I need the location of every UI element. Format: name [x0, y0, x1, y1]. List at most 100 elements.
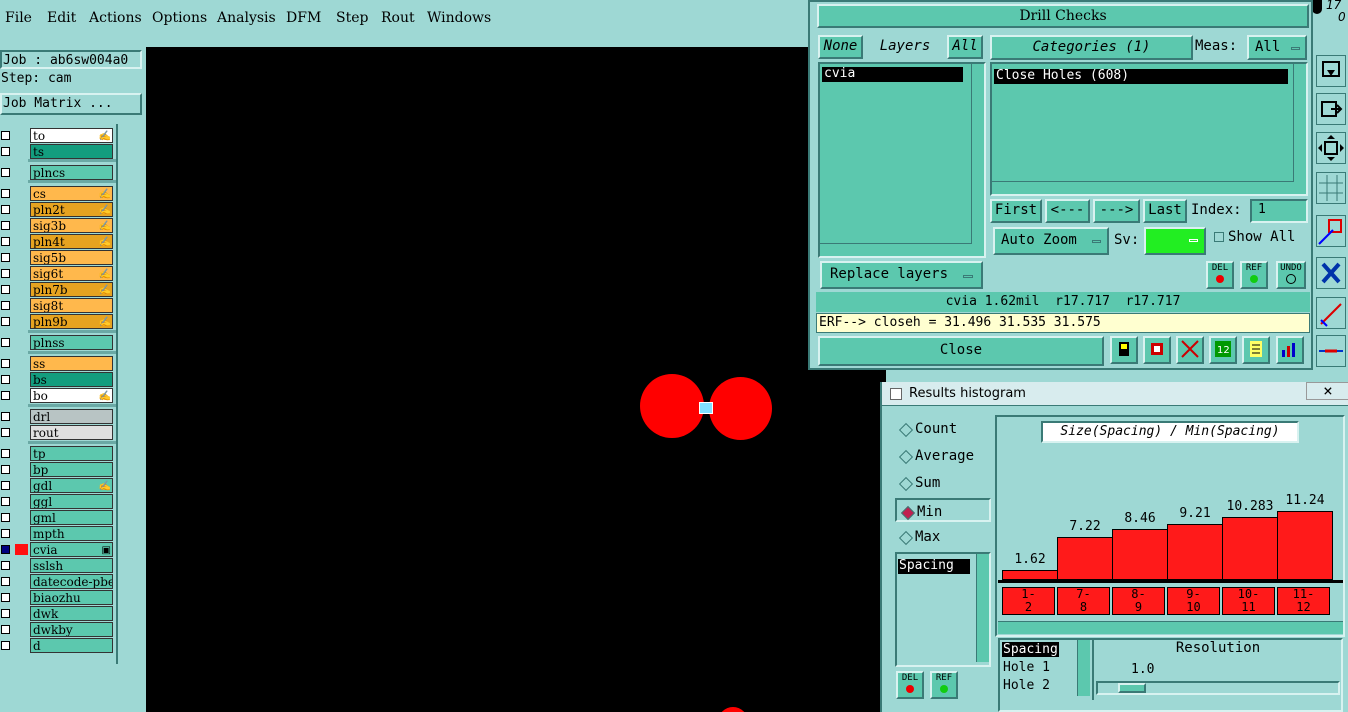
sv-color-select[interactable]	[1144, 227, 1206, 255]
layer-row-mpth[interactable]: mpth	[0, 526, 118, 542]
layer-name[interactable]: sig6t ✍	[30, 266, 113, 281]
layer-checkbox[interactable]	[1, 428, 10, 437]
layer-checkbox[interactable]	[1, 189, 10, 198]
layer-checkbox[interactable]	[1, 609, 10, 618]
histogram-icon[interactable]	[1276, 336, 1304, 364]
layer-name[interactable]: sig3b ✍	[30, 218, 113, 233]
ref-button[interactable]: REF	[1240, 261, 1268, 289]
layer-name[interactable]: tp	[30, 446, 113, 461]
horizontal-line-icon[interactable]	[1316, 335, 1346, 367]
line-icon[interactable]	[1316, 297, 1346, 329]
layer-row-ggl[interactable]: ggl	[0, 494, 118, 510]
layer-row-cvia[interactable]: cvia ▣	[0, 542, 118, 558]
layer-name[interactable]: d	[30, 638, 113, 653]
layer-name[interactable]: sslsh	[30, 558, 113, 573]
layer-row-dwk[interactable]: dwk	[0, 606, 118, 622]
menu-windows[interactable]: Windows	[427, 10, 491, 26]
layer-row-sig3b[interactable]: sig3b ✍	[0, 218, 118, 234]
layer-row-gml[interactable]: gml	[0, 510, 118, 526]
mode-sum-radio[interactable]: Sum	[895, 471, 991, 495]
layer-checkbox[interactable]	[1, 338, 10, 347]
category-list-box[interactable]: Close Holes (608)	[990, 62, 1308, 196]
layer-name[interactable]: sig8t	[30, 298, 113, 313]
layer-name[interactable]: mpth	[30, 526, 113, 541]
layer-checkbox[interactable]	[1, 481, 10, 490]
pan-icon[interactable]	[1316, 132, 1346, 164]
chart-hscrollbar[interactable]	[998, 621, 1343, 634]
legend-scrollbar[interactable]	[1077, 640, 1090, 696]
menu-rout[interactable]: Rout	[381, 10, 415, 26]
layer-name[interactable]: dwk	[30, 606, 113, 621]
layer-checkbox[interactable]	[1, 168, 10, 177]
value-list-item[interactable]: Spacing	[898, 559, 970, 574]
histogram-del-button[interactable]: DEL	[896, 671, 924, 699]
layer-row-plncs[interactable]: plncs	[0, 165, 118, 181]
del-button[interactable]: DEL	[1206, 261, 1234, 289]
layer-row-sslsh[interactable]: sslsh	[0, 558, 118, 574]
layer-name[interactable]: dwkby	[30, 622, 113, 637]
layer-name[interactable]: gml	[30, 510, 113, 525]
layer-row-bo[interactable]: bo ✍	[0, 388, 118, 404]
select-all-button[interactable]: All	[947, 35, 983, 59]
layer-checkbox[interactable]	[1, 375, 10, 384]
value-list-scrollbar[interactable]	[976, 554, 989, 662]
layer-checkbox[interactable]	[1, 449, 10, 458]
show-all-checkbox[interactable]	[1214, 232, 1224, 242]
layer-checkbox[interactable]	[1, 593, 10, 602]
layer-name[interactable]: ss	[30, 356, 113, 371]
layer-checkbox[interactable]	[1, 641, 10, 650]
layer-row-datecode-pbe[interactable]: datecode-pbe	[0, 574, 118, 590]
report-icon[interactable]	[1143, 336, 1171, 364]
resolution-slider-handle[interactable]	[1118, 683, 1146, 693]
last-button[interactable]: Last	[1143, 199, 1187, 223]
layer-name[interactable]: plnss	[30, 335, 113, 350]
layer-row-pln9b[interactable]: pln9b ✍	[0, 314, 118, 330]
next-button[interactable]: --->	[1093, 199, 1140, 223]
layer-row-bs[interactable]: bs	[0, 372, 118, 388]
menu-edit[interactable]: Edit	[47, 10, 76, 26]
layer-row-rout[interactable]: rout	[0, 425, 118, 441]
layer-row-sig5b[interactable]: sig5b	[0, 250, 118, 266]
previous-button[interactable]: <---	[1045, 199, 1090, 223]
layer-name[interactable]: drl	[30, 409, 113, 424]
layer-row-d[interactable]: d	[0, 638, 118, 654]
layer-checkbox[interactable]	[1, 391, 10, 400]
window-close-button[interactable]: ×	[1306, 382, 1348, 400]
mode-average-radio[interactable]: Average	[895, 444, 991, 468]
layer-list-hscrollbar[interactable]	[820, 243, 972, 256]
mode-min-radio[interactable]: Min	[895, 498, 991, 522]
layer-name[interactable]: bo ✍	[30, 388, 113, 403]
layer-name[interactable]: pln2t ✍	[30, 202, 113, 217]
notes-icon[interactable]	[1242, 336, 1270, 364]
menu-options[interactable]: Options	[152, 10, 207, 26]
layer-name[interactable]: ts	[30, 144, 113, 159]
layer-name[interactable]: bp	[30, 462, 113, 477]
export-icon[interactable]	[1316, 93, 1346, 125]
layer-checkbox[interactable]	[1, 359, 10, 368]
layer-name[interactable]: bs	[30, 372, 113, 387]
layer-checkbox[interactable]	[1, 147, 10, 156]
layer-row-gdl[interactable]: gdl ✍	[0, 478, 118, 494]
layer-row-ts[interactable]: ts	[0, 144, 118, 160]
layer-list-scrollbar[interactable]	[971, 64, 984, 244]
layer-name[interactable]: biaozhu	[30, 590, 113, 605]
replace-layers-button[interactable]: Replace layers	[820, 261, 983, 289]
layer-name[interactable]: pln4t ✍	[30, 234, 113, 249]
select-none-button[interactable]: None	[818, 35, 863, 59]
first-button[interactable]: First	[990, 199, 1042, 223]
mode-max-radio[interactable]: Max	[895, 525, 991, 549]
index-input[interactable]: 1	[1250, 199, 1308, 223]
layer-checkbox[interactable]	[1, 237, 10, 246]
layer-row-sig8t[interactable]: sig8t	[0, 298, 118, 314]
menu-analysis[interactable]: Analysis	[217, 10, 276, 26]
layer-checkbox[interactable]	[1, 301, 10, 310]
auto-zoom-select[interactable]: Auto Zoom	[993, 227, 1109, 255]
layer-row-pln7b[interactable]: pln7b ✍	[0, 282, 118, 298]
layer-checkbox[interactable]	[1, 253, 10, 262]
histogram-ref-button[interactable]: REF	[930, 671, 958, 699]
layer-color-swatch[interactable]	[15, 544, 28, 555]
layer-checkbox[interactable]	[1, 131, 10, 140]
resolution-slider[interactable]	[1096, 681, 1340, 695]
layer-name[interactable]: cvia ▣	[30, 542, 113, 557]
highlight-icon[interactable]	[1110, 336, 1138, 364]
